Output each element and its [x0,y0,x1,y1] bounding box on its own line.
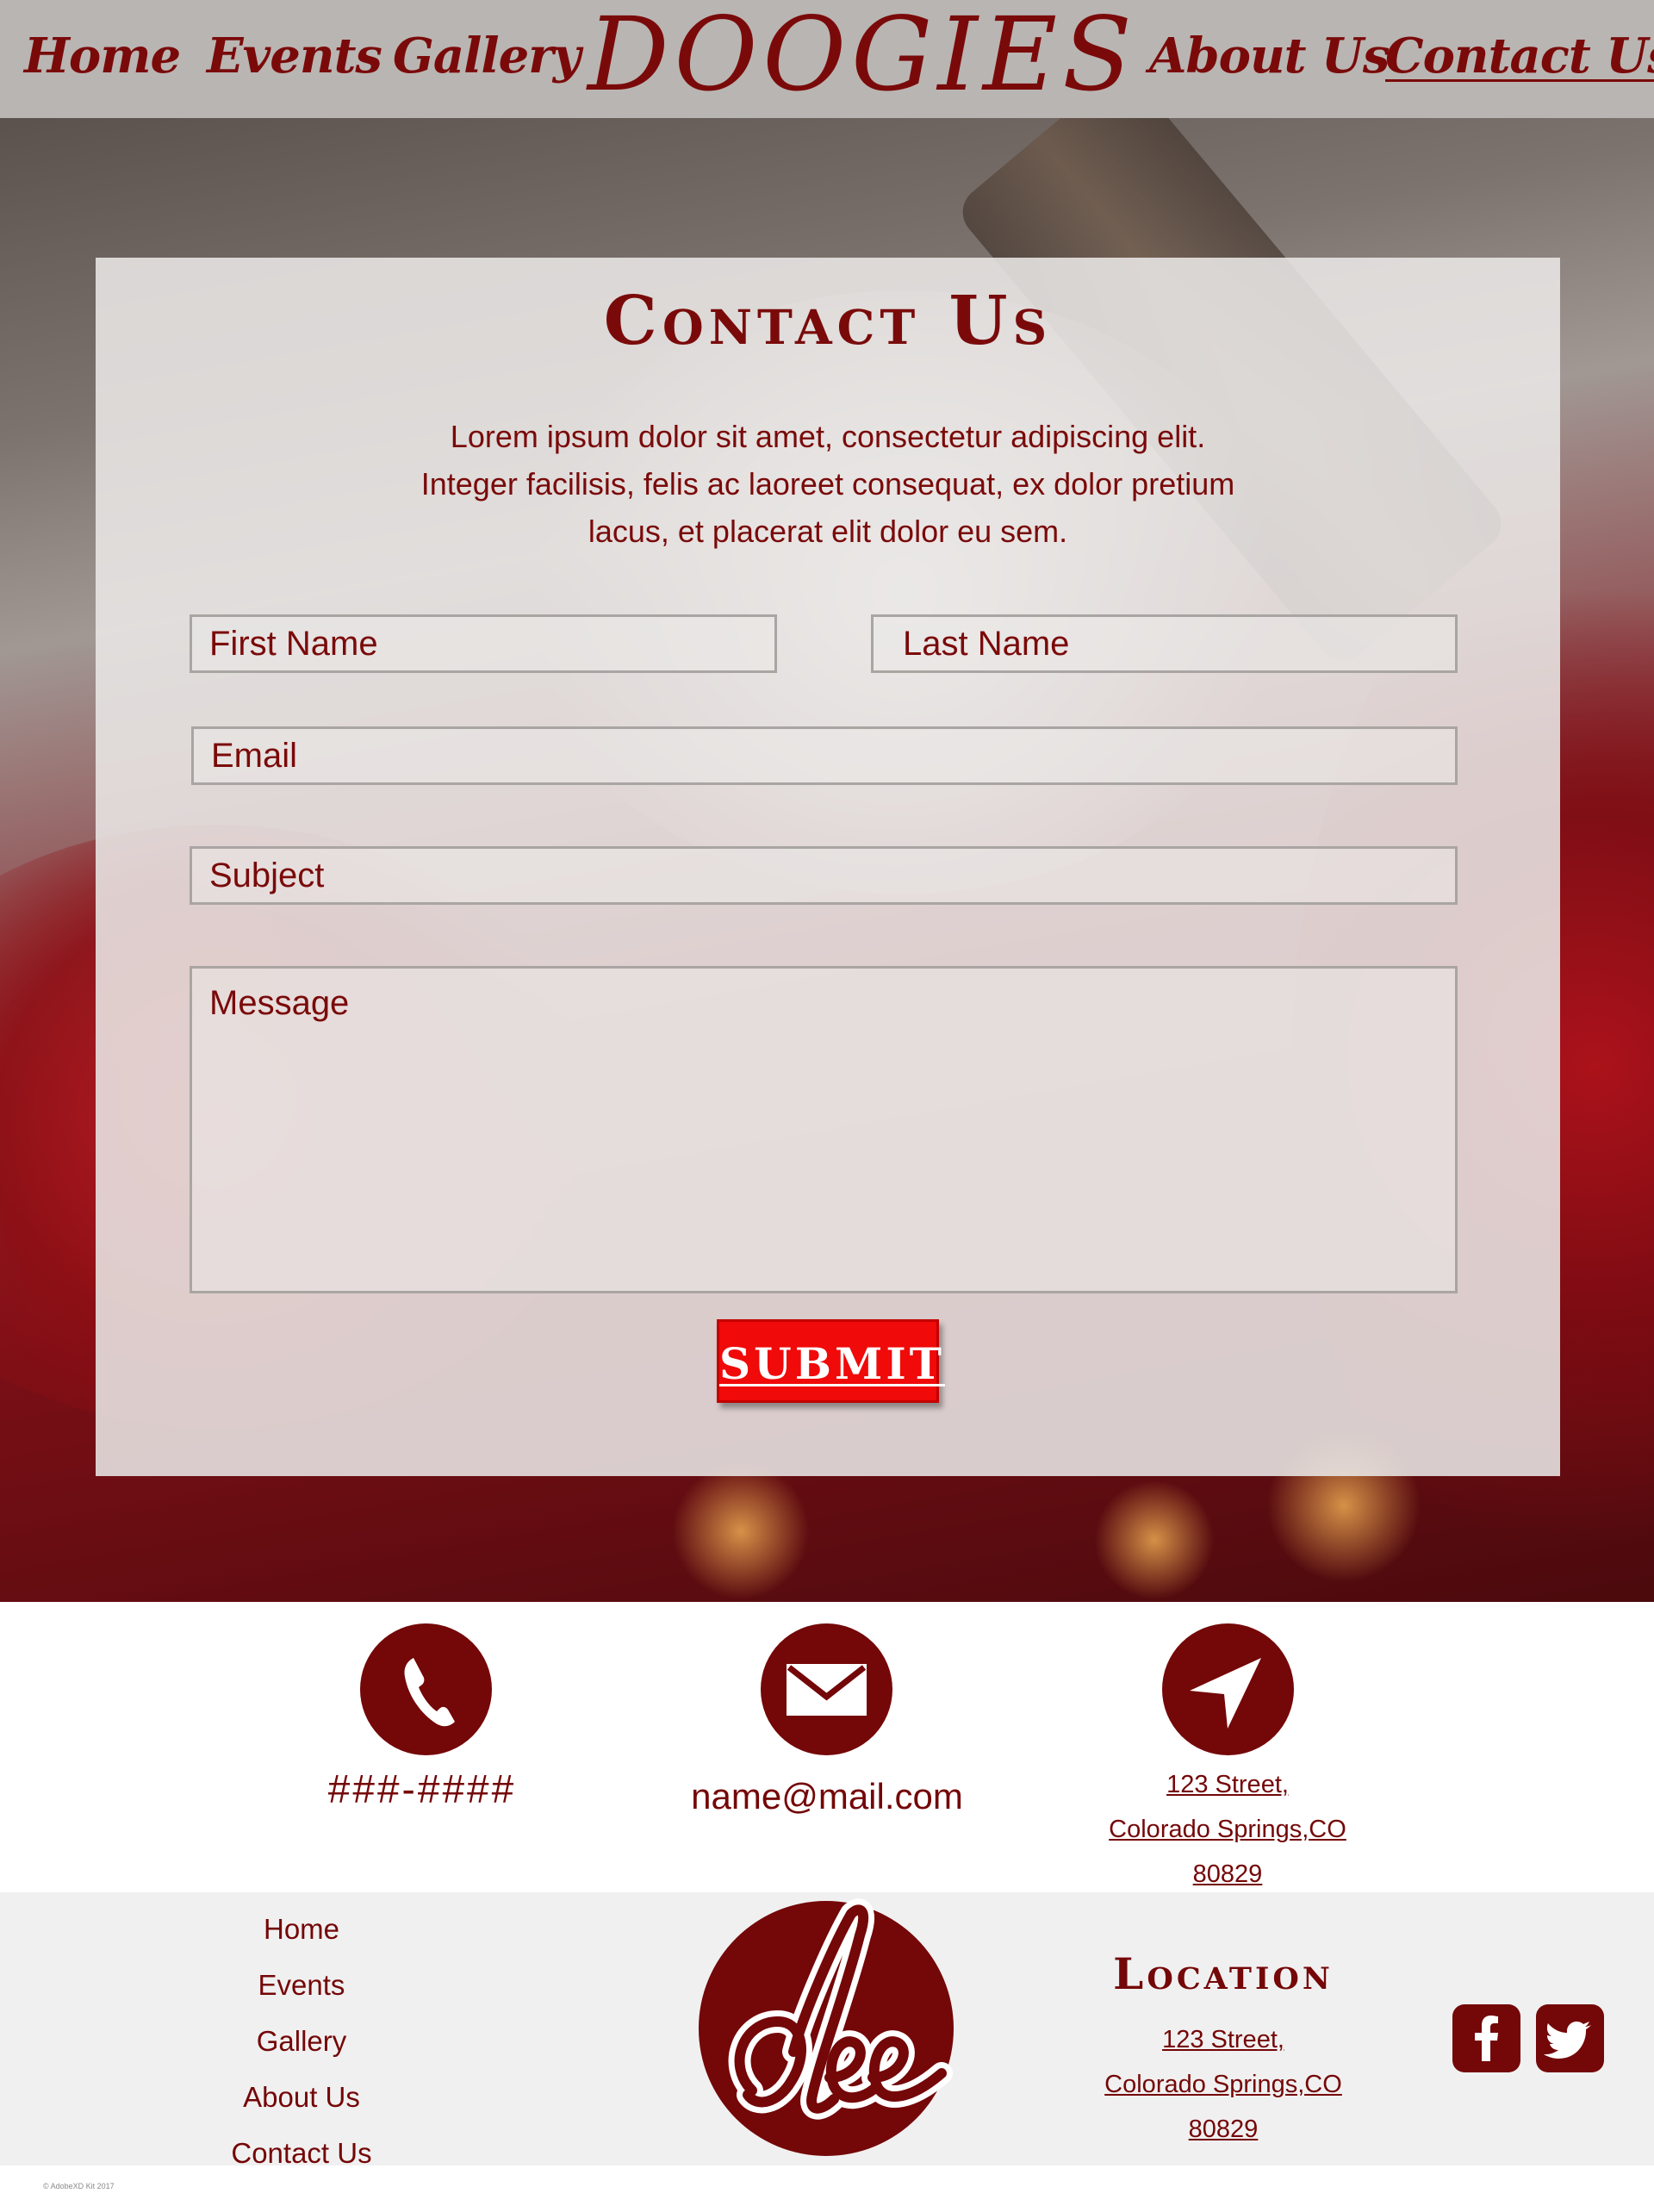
message-textarea[interactable]: Message [190,966,1458,1293]
bokeh-light [672,1462,810,1600]
intro-line: lacus, et placerat elit dolor eu sem. [588,514,1068,549]
first-name-field[interactable]: First Name [190,614,777,673]
address-line: 80829 [1192,1860,1263,1888]
location-heading: Location [1113,1948,1334,1999]
contact-intro: Lorem ipsum dolor sit amet, consectetur … [354,413,1302,555]
footer-link-contact[interactable]: Contact Us [172,2125,431,2181]
last-name-placeholder: Last Name [903,625,1070,663]
footer-link-events[interactable]: Events [172,1957,431,2013]
phone-number[interactable]: ###-#### [258,1766,586,1812]
footer: Home Events Gallery About Us Contact Us … [0,1892,1654,2169]
nav-events-link[interactable]: Events [207,28,382,84]
address-line: Colorado Springs,CO [1109,1816,1346,1843]
email-field[interactable]: Email [191,726,1458,785]
facebook-icon[interactable] [1452,2004,1520,2072]
submit-button[interactable]: SUBMIT [717,1319,942,1403]
message-placeholder: Message [209,984,350,1022]
contact-info-strip: ###-#### name@mail.com 123 Street, Color… [0,1602,1654,1892]
footer-address-link[interactable]: 123 Street, Colorado Springs,CO 80829 [1064,2017,1383,2152]
footer-link-about[interactable]: About Us [172,2069,431,2125]
subject-placeholder: Subject [209,857,325,894]
nav-home-link[interactable]: Home [24,28,181,84]
subject-field[interactable]: Subject [190,846,1458,905]
intro-line: Lorem ipsum dolor sit amet, consectetur … [450,419,1206,454]
footer-link-gallery[interactable]: Gallery [172,2013,431,2069]
footer-link-home[interactable]: Home [172,1901,431,1957]
twitter-icon[interactable] [1536,2004,1604,2072]
mail-icon[interactable] [761,1623,892,1755]
address-line: Colorado Springs,CO [1104,2071,1342,2098]
intro-line: Integer facilisis, felis ac laoreet cons… [420,466,1235,502]
contact-form-panel: Contact Us Lorem ipsum dolor sit amet, c… [96,258,1560,1476]
footer-links: Home Events Gallery About Us Contact Us [172,1901,431,2181]
nav-about-link[interactable]: About Us [1149,28,1390,84]
first-name-placeholder: First Name [209,625,378,663]
address-link[interactable]: 123 Street, Colorado Springs,CO 80829 [1068,1762,1387,1897]
address-line: 80829 [1188,2115,1259,2143]
hero-background: Contact Us Lorem ipsum dolor sit amet, c… [0,118,1654,1602]
last-name-field[interactable]: Last Name [871,614,1458,673]
location-arrow-icon[interactable] [1162,1623,1294,1755]
address-line: 123 Street, [1166,1771,1289,1798]
nav-contact-link[interactable]: Contact Us [1385,28,1654,84]
nav-gallery-link[interactable]: Gallery [393,28,581,84]
address-line: 123 Street, [1162,2026,1284,2053]
copyright-text: © AdobeXD Kit 2017 [43,2182,115,2190]
phone-icon[interactable] [360,1623,492,1755]
email-address[interactable]: name@mail.com [655,1776,999,1817]
dee-logo[interactable] [699,1898,954,2156]
contact-title: Contact Us [603,282,1053,360]
bokeh-light [1094,1480,1215,1600]
email-placeholder: Email [211,737,298,775]
top-nav: Home Events Gallery DOOGIES About Us Con… [0,0,1654,118]
brand-logo-text[interactable]: DOOGIES [588,0,1137,114]
